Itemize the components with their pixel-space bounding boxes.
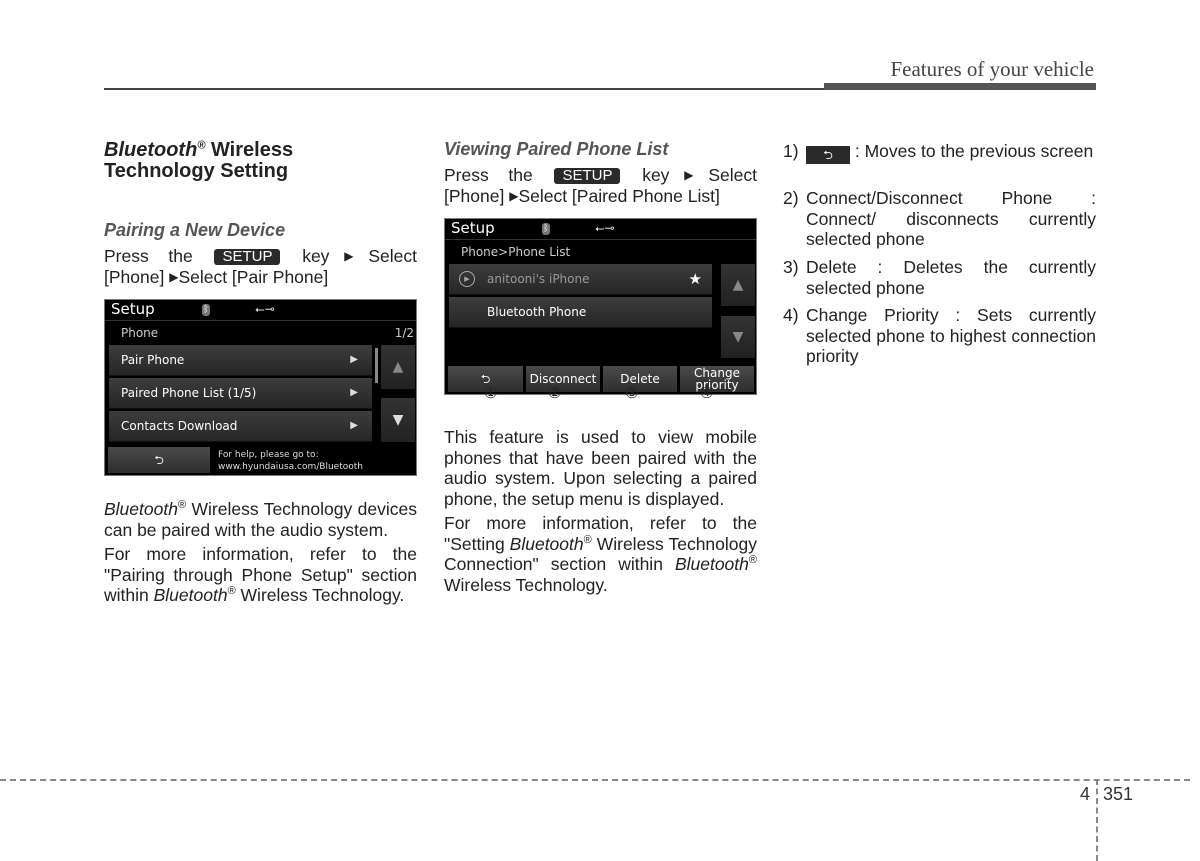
back-button[interactable]: ⮌ bbox=[108, 447, 210, 473]
arrow-right-icon: ▶ bbox=[669, 168, 709, 182]
scroll-up-button[interactable]: ▲ bbox=[721, 264, 755, 306]
breadcrumb: Phone>Phone List bbox=[461, 245, 571, 259]
back-icon: ⮌ bbox=[806, 146, 850, 164]
section-heading: Bluetooth® Wireless Technology Setting bbox=[104, 140, 293, 182]
phone-list-screen: Setup ᛒ ⭠⊸ Phone>Phone List ▶ anitooni's… bbox=[444, 218, 757, 395]
list-text: Connect/Disconnect Phone : Connect/ disc… bbox=[806, 188, 1096, 249]
registered-mark: ® bbox=[583, 533, 592, 546]
instr-text: key bbox=[642, 165, 670, 185]
instr-text: Select [Pair Phone] bbox=[178, 266, 329, 287]
divider bbox=[445, 239, 756, 240]
paragraph-pairing-desc: Bluetooth® Wireless Technology devices c… bbox=[104, 499, 417, 606]
arrow-right-icon: ▶ bbox=[350, 420, 358, 431]
screen-title: Setup bbox=[451, 219, 495, 237]
menu-item-paired-phone-list[interactable]: Paired Phone List (1/5) ▶ bbox=[109, 378, 372, 409]
heading-bluetooth: Bluetooth bbox=[104, 139, 198, 161]
callout-4: ④ bbox=[700, 385, 714, 402]
page-number: 351 bbox=[1103, 784, 1134, 804]
heading-rest: Wireless bbox=[205, 139, 294, 161]
play-icon: ▶ bbox=[459, 271, 475, 287]
divider bbox=[105, 320, 416, 321]
subheading-viewing: Viewing Paired Phone List bbox=[444, 139, 669, 159]
callout-1: ① bbox=[484, 385, 498, 402]
screen-subtitle: Phone bbox=[121, 326, 159, 340]
instr-text: [Phone] bbox=[444, 185, 505, 206]
menu-item-label: Pair Phone bbox=[121, 353, 185, 367]
phone-item-selected[interactable]: ▶ anitooni's iPhone ★ bbox=[449, 264, 712, 295]
setup-phone-screen: Setup ᛒ ⭠⊸ Phone 1/2 Pair Phone ▶ Paired … bbox=[104, 299, 417, 476]
bluetooth-icon: ᛒ bbox=[202, 304, 210, 316]
phone-name: Bluetooth Phone bbox=[487, 305, 587, 319]
instr-text: Press the bbox=[104, 246, 193, 266]
list-text: ⮌ : Moves to the previous screen bbox=[806, 141, 1096, 164]
instr-text: Press the bbox=[444, 165, 533, 185]
list-desc: : Moves to the previous screen bbox=[854, 141, 1094, 161]
callout-3: ③ bbox=[625, 385, 639, 402]
header-rule-accent bbox=[824, 83, 1096, 90]
registered-mark: ® bbox=[748, 554, 757, 567]
help-url: www.hyundaiusa.com/Bluetooth bbox=[218, 462, 363, 472]
para-text: Wireless Technology. bbox=[444, 574, 608, 595]
instr-text: [Phone] bbox=[104, 266, 165, 287]
arrow-right-icon: ▶ bbox=[350, 354, 358, 365]
para-text: Wireless Technology. bbox=[235, 585, 405, 605]
list-number: 4) bbox=[783, 305, 799, 325]
heading-line2: Technology Setting bbox=[104, 160, 289, 182]
footer-rule bbox=[0, 779, 1190, 781]
setup-key-badge: SETUP bbox=[214, 249, 281, 265]
arrow-right-icon: ▶ bbox=[329, 249, 369, 263]
callout-markers: ① ② ③ ④ bbox=[444, 384, 757, 404]
bluetooth-term: Bluetooth bbox=[674, 554, 749, 574]
phone-name: anitooni's iPhone bbox=[487, 272, 590, 286]
scroll-up-button[interactable]: ▲ bbox=[381, 345, 415, 389]
help-text: For help, please go to: www.hyundaiusa.c… bbox=[218, 449, 363, 473]
setup-key-badge: SETUP bbox=[554, 168, 621, 184]
list-number: 1) bbox=[783, 141, 799, 161]
para-text: This feature is used to view mobile phon… bbox=[444, 427, 757, 509]
instr-text: Select [Paired Phone List] bbox=[518, 185, 720, 206]
instr-text: key bbox=[302, 246, 330, 266]
help-line: For help, please go to: bbox=[218, 450, 319, 460]
menu-item-contacts-download[interactable]: Contacts Download ▶ bbox=[109, 411, 372, 442]
instr-text: Select bbox=[368, 246, 417, 266]
screen-title: Setup bbox=[111, 300, 155, 318]
subheading-pairing: Pairing a New Device bbox=[104, 220, 286, 240]
instr-text: Select bbox=[708, 165, 757, 185]
chapter-number: 4 bbox=[1080, 784, 1091, 804]
menu-item-label: Paired Phone List (1/5) bbox=[121, 386, 257, 400]
usb-icon: ⭠⊸ bbox=[595, 221, 615, 235]
bluetooth-term: Bluetooth bbox=[104, 499, 178, 519]
bluetooth-term: Bluetooth bbox=[509, 533, 584, 554]
paragraph-viewing-desc: This feature is used to view mobile phon… bbox=[444, 427, 757, 595]
bluetooth-icon: ᛒ bbox=[542, 223, 550, 235]
menu-item-label: Contacts Download bbox=[121, 419, 238, 433]
back-icon: ⮌ bbox=[154, 453, 164, 467]
scroll-down-button[interactable]: ▼ bbox=[721, 316, 755, 358]
phone-item[interactable]: Bluetooth Phone bbox=[449, 297, 712, 328]
list-text: Change Priority : Sets currently selecte… bbox=[806, 305, 1096, 366]
instruction-pairing: Press the SETUP key▶Select [Phone] ▶Sele… bbox=[104, 246, 417, 287]
list-number: 2) bbox=[783, 188, 799, 208]
instruction-viewing: Press the SETUP key▶Select [Phone] ▶Sele… bbox=[444, 165, 757, 206]
footer-divider bbox=[1096, 779, 1098, 861]
menu-item-pair-phone[interactable]: Pair Phone ▶ bbox=[109, 345, 372, 376]
running-header-title: Features of your vehicle bbox=[890, 57, 1094, 81]
star-icon: ★ bbox=[688, 270, 702, 288]
list-number: 3) bbox=[783, 257, 799, 277]
header-rule bbox=[104, 88, 824, 90]
arrow-right-icon: ▶ bbox=[350, 387, 358, 398]
callout-2: ② bbox=[548, 385, 562, 402]
bluetooth-term: Bluetooth bbox=[153, 585, 228, 605]
registered-mark: ® bbox=[227, 585, 236, 598]
list-text: Delete : Deletes the currently selected … bbox=[806, 257, 1096, 298]
usb-icon: ⭠⊸ bbox=[255, 302, 275, 316]
registered-mark: ® bbox=[177, 499, 187, 512]
page-indicator: 1/2 bbox=[394, 326, 414, 340]
scrollbar[interactable] bbox=[375, 348, 378, 383]
scroll-down-button[interactable]: ▼ bbox=[381, 398, 415, 442]
